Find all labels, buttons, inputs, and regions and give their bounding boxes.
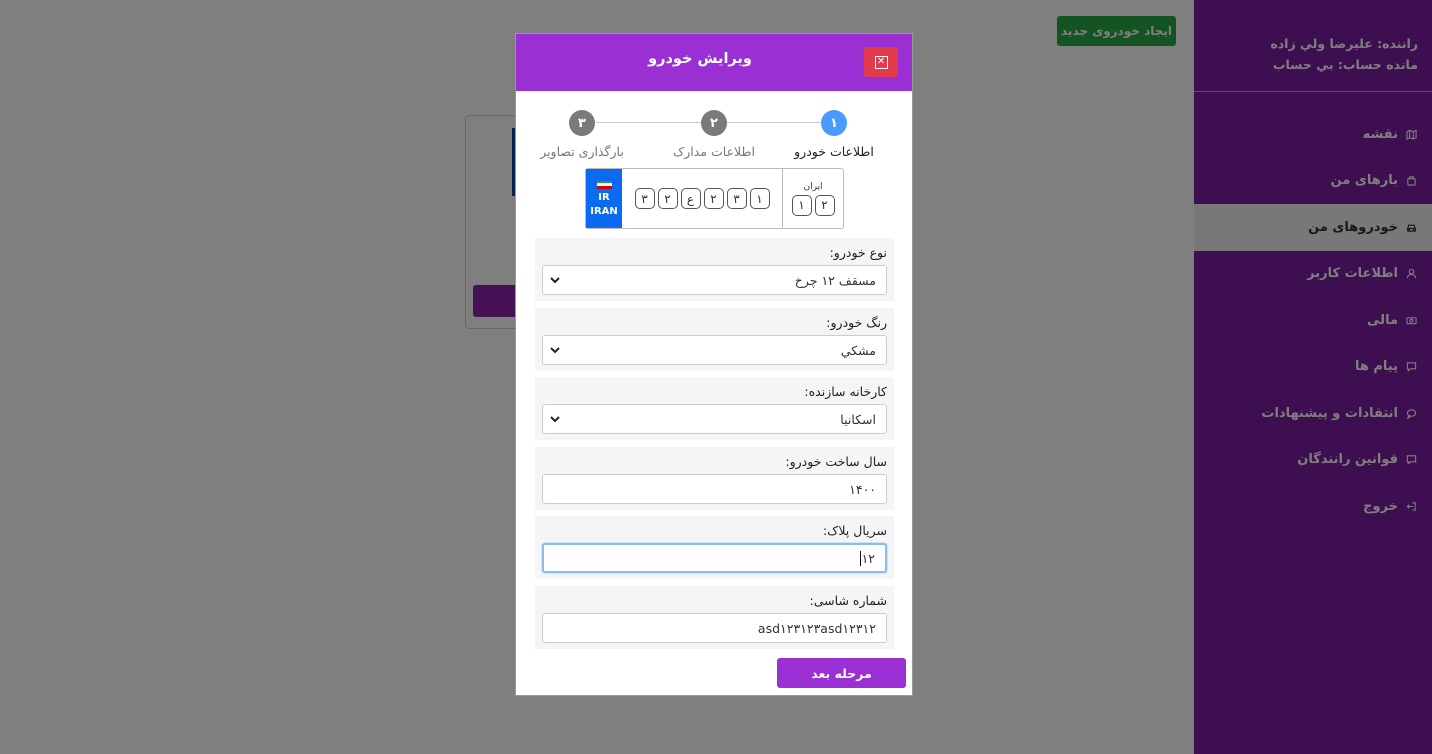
plate-char: ۲ bbox=[657, 188, 678, 209]
plate-char: ع bbox=[680, 188, 701, 209]
chevron-down-icon bbox=[550, 416, 560, 423]
close-icon: ✕ bbox=[874, 55, 888, 69]
vehicle-type-label: نوع خودرو: bbox=[829, 245, 887, 260]
manufacturer-group: کارخانه سازنده: اسکانيا bbox=[535, 377, 894, 440]
stepper: ۳ بارگذاری تصاویر ۲ اطلاعات مدارک ۱ اطلا… bbox=[516, 91, 912, 169]
build-year-group: سال ساخت خودرو: ۱۴۰۰ bbox=[535, 447, 894, 510]
plate-country-name: IRAN bbox=[590, 205, 618, 217]
build-year-value: ۱۴۰۰ bbox=[849, 481, 876, 497]
plate-char: ۱ bbox=[749, 188, 770, 209]
vehicle-type-group: نوع خودرو: مسقف ۱۲ چرخ bbox=[535, 238, 894, 301]
modal-header: ویرایش خودرو ✕ bbox=[516, 34, 912, 91]
edit-vehicle-modal: ویرایش خودرو ✕ ۳ بارگذاری تصاویر ۲ اطلاع… bbox=[515, 33, 913, 696]
plate-serial-label: سریال پلاک: bbox=[822, 523, 887, 538]
close-button[interactable]: ✕ bbox=[864, 47, 898, 77]
chassis-number-value: asd۱۲۳۱۲۳asd۱۲۳۱۲ bbox=[757, 620, 876, 636]
chevron-down-icon bbox=[550, 347, 560, 354]
chassis-number-label: شماره شاسی: bbox=[809, 593, 887, 608]
license-plate: IR IRAN ۳ ۲ ع ۲ ۳ ۱ ایران ۱ ۲ bbox=[585, 168, 844, 229]
vehicle-color-label: رنگ خودرو: bbox=[826, 315, 887, 330]
step-label: اطلاعات خودرو bbox=[794, 144, 874, 159]
step-document-info[interactable]: ۲ اطلاعات مدارک bbox=[659, 110, 769, 159]
step-vehicle-info[interactable]: ۱ اطلاعات خودرو bbox=[779, 110, 889, 159]
chevron-down-icon bbox=[550, 277, 560, 284]
plate-char: ۳ bbox=[726, 188, 747, 209]
vehicle-type-value: مسقف ۱۲ چرخ bbox=[794, 272, 876, 288]
plate-region-char: ۲ bbox=[814, 194, 835, 216]
step-label: اطلاعات مدارک bbox=[673, 144, 755, 159]
vehicle-color-group: رنگ خودرو: مشکي bbox=[535, 308, 894, 371]
build-year-label: سال ساخت خودرو: bbox=[785, 454, 887, 469]
step-number: ۱ bbox=[821, 110, 847, 136]
step-label: بارگذاری تصاویر bbox=[540, 144, 624, 159]
step-number: ۲ bbox=[701, 110, 727, 136]
step-upload-images[interactable]: ۳ بارگذاری تصاویر bbox=[527, 110, 637, 159]
plate-serial-group: سریال پلاک: ۱۲ bbox=[535, 516, 894, 579]
plate-serial-input[interactable]: ۱۲ bbox=[542, 543, 887, 573]
modal-title: ویرایش خودرو bbox=[648, 50, 752, 67]
manufacturer-label: کارخانه سازنده: bbox=[804, 384, 887, 399]
iran-flag-icon bbox=[596, 180, 612, 189]
plate-region: ایران ۱ ۲ bbox=[782, 169, 843, 228]
manufacturer-select[interactable]: اسکانيا bbox=[542, 404, 887, 434]
chassis-number-group: شماره شاسی: asd۱۲۳۱۲۳asd۱۲۳۱۲ bbox=[535, 586, 894, 649]
vehicle-type-select[interactable]: مسقف ۱۲ چرخ bbox=[542, 265, 887, 295]
build-year-input[interactable]: ۱۴۰۰ bbox=[542, 474, 887, 504]
plate-main-chars: ۳ ۲ ع ۲ ۳ ۱ bbox=[622, 169, 782, 228]
manufacturer-value: اسکانيا bbox=[840, 411, 876, 427]
plate-country-strip: IR IRAN bbox=[586, 169, 622, 228]
step-number: ۳ bbox=[569, 110, 595, 136]
chassis-number-input[interactable]: asd۱۲۳۱۲۳asd۱۲۳۱۲ bbox=[542, 613, 887, 643]
plate-char: ۲ bbox=[703, 188, 724, 209]
vehicle-color-value: مشکي bbox=[840, 342, 876, 358]
text-cursor bbox=[859, 550, 861, 566]
vehicle-color-select[interactable]: مشکي bbox=[542, 335, 887, 365]
next-step-button[interactable]: مرحله بعد bbox=[777, 658, 906, 688]
plate-country-code: IR bbox=[598, 191, 610, 203]
plate-region-label: ایران bbox=[803, 181, 823, 192]
plate-char: ۳ bbox=[634, 188, 655, 209]
plate-serial-value: ۱۲ bbox=[861, 550, 875, 566]
plate-region-char: ۱ bbox=[791, 194, 812, 216]
